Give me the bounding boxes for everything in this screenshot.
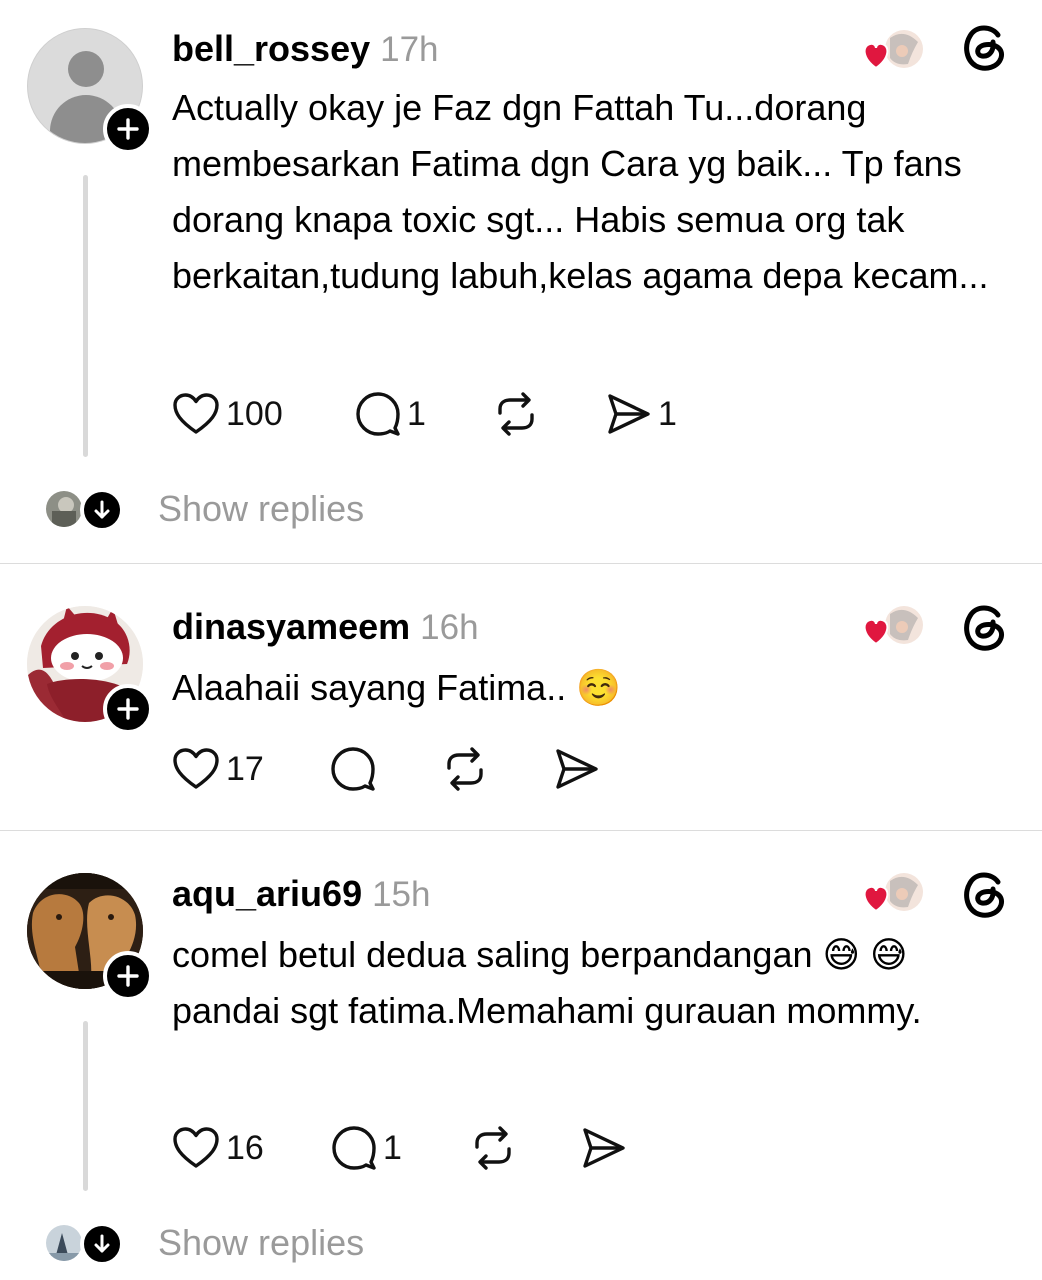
like-button[interactable]: 17	[172, 744, 264, 794]
post-text: Alaahaii sayang Fatima.. ☺️	[172, 667, 622, 708]
repost-arrows-icon	[447, 747, 483, 791]
share-count: 1	[658, 394, 677, 433]
reply-count: 1	[407, 394, 426, 433]
heart-outline-icon	[173, 1127, 219, 1168]
show-replies-button[interactable]: Show replies	[0, 1214, 1042, 1274]
repost-button[interactable]	[469, 1123, 523, 1173]
plus-icon	[117, 965, 139, 987]
liked-by-creator-badge	[860, 26, 926, 76]
thread-line	[83, 175, 88, 457]
like-count: 17	[226, 749, 264, 788]
username[interactable]: aqu_ariu69 15h	[172, 873, 431, 915]
repost-button[interactable]	[441, 744, 495, 794]
username[interactable]: bell_rossey 17h	[172, 28, 439, 70]
timestamp: 16h	[420, 608, 479, 647]
follow-button[interactable]	[103, 104, 153, 154]
speech-bubble-icon	[331, 747, 375, 791]
show-replies-button[interactable]: Show replies	[0, 480, 1042, 540]
plus-icon	[117, 118, 139, 140]
heart-outline-icon	[173, 393, 219, 434]
heart-avatar-icon	[863, 30, 923, 70]
paper-plane-icon	[608, 394, 650, 434]
thread-line	[83, 1021, 88, 1191]
like-count: 100	[226, 394, 283, 433]
heart-avatar-icon	[863, 873, 923, 913]
post-dinasyameem: dinasyameem 16h Alaahaii sayang Fatima.. …	[0, 564, 1042, 830]
arrow-down-icon	[80, 488, 124, 532]
paper-plane-icon	[583, 1128, 625, 1168]
arrow-down-icon	[80, 1222, 124, 1266]
like-button[interactable]: 16	[172, 1123, 264, 1173]
heart-outline-icon	[173, 748, 219, 789]
heart-avatar-icon	[863, 606, 923, 646]
threads-logo-icon[interactable]	[962, 602, 1008, 652]
follow-button[interactable]	[103, 951, 153, 1001]
show-replies-label: Show replies	[158, 1222, 365, 1263]
liked-by-creator-badge	[860, 869, 926, 919]
repost-arrows-icon	[498, 392, 534, 436]
share-button[interactable]: 1	[606, 389, 677, 439]
username[interactable]: dinasyameem 16h	[172, 606, 479, 648]
like-button[interactable]: 100	[172, 389, 283, 439]
timestamp: 15h	[372, 875, 431, 914]
share-button[interactable]	[581, 1123, 633, 1173]
post-bell-rossey: bell_rossey 17h Actually okay je Faz dgn …	[0, 0, 1042, 563]
repost-arrows-icon	[475, 1126, 511, 1170]
repost-button[interactable]	[492, 389, 546, 439]
threads-logo-icon[interactable]	[962, 22, 1008, 72]
reply-avatar	[46, 1225, 82, 1261]
share-button[interactable]	[554, 744, 606, 794]
plus-icon	[117, 698, 139, 720]
post-text: comel betul dedua saling berpandangan 😅 …	[172, 934, 922, 1031]
speech-bubble-icon	[356, 392, 400, 436]
paper-plane-icon	[556, 749, 598, 789]
post-text: Actually okay je Faz dgn Fattah Tu...dor…	[172, 87, 989, 296]
show-replies-label: Show replies	[158, 488, 365, 529]
post-aqu-ariu69: aqu_ariu69 15h comel betul dedua saling b…	[0, 831, 1042, 1280]
action-bar: 100 1 1	[172, 389, 692, 439]
liked-by-creator-badge	[860, 602, 926, 652]
timestamp: 17h	[380, 30, 439, 69]
action-bar: 16 1	[172, 1123, 652, 1173]
speech-bubble-icon	[332, 1126, 376, 1170]
reply-button[interactable]: 1	[355, 389, 426, 439]
follow-button[interactable]	[103, 684, 153, 734]
like-count: 16	[226, 1128, 264, 1167]
reply-avatar	[46, 491, 82, 527]
action-bar: 17	[172, 744, 632, 794]
reply-button[interactable]: 1	[331, 1123, 402, 1173]
threads-logo-icon[interactable]	[962, 869, 1008, 919]
reply-button[interactable]	[330, 744, 382, 794]
reply-count: 1	[383, 1128, 402, 1167]
